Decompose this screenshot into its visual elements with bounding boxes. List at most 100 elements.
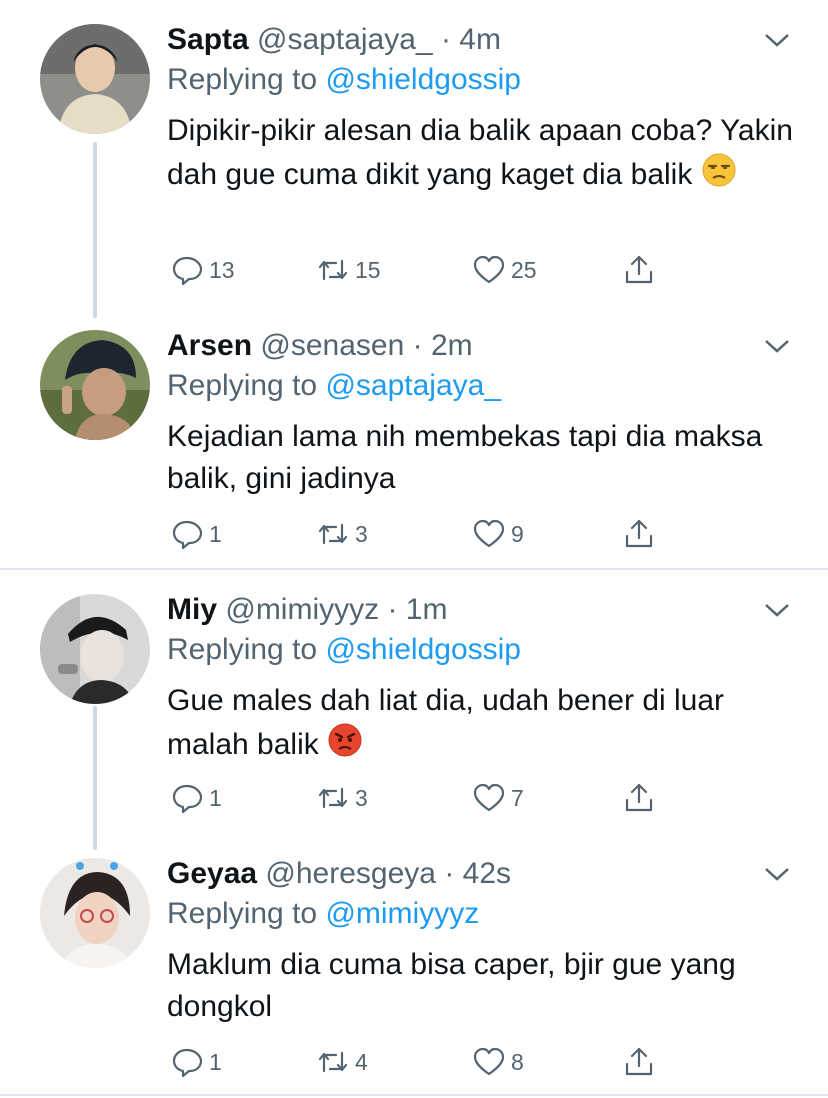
replying-handle[interactable]: @shieldgossip [325,633,521,666]
divider [0,1094,828,1096]
timestamp[interactable]: · 42s [444,857,511,890]
like-count: 25 [511,256,537,283]
tweet-header: Arsen @senasen · 2m [167,326,473,366]
like-count: 8 [511,1048,524,1075]
like-button[interactable]: 9 [473,516,524,552]
share-button[interactable] [623,1044,655,1080]
tweet-actions: 1 3 7 [167,780,687,816]
reply-button[interactable]: 1 [171,516,222,552]
tweet-header: Geyaa @heresgeya · 42s [167,854,511,894]
retweet-button[interactable]: 15 [317,252,381,288]
retweet-button[interactable]: 4 [317,1044,368,1080]
tweet[interactable]: Miy @mimiyyyz · 1m Replying to @shieldgo… [0,590,828,830]
like-count: 7 [511,784,524,811]
chevron-down-icon[interactable] [762,25,792,55]
avatar[interactable] [40,24,150,134]
share-icon [625,783,653,812]
reply-icon [172,784,203,814]
avatar[interactable] [40,594,150,704]
tweet-body: Kejadian lama nih membekas tapi dia maks… [167,420,763,495]
like-button[interactable]: 7 [473,780,524,816]
tweet-header: Sapta @saptajaya_ · 4m [167,20,501,60]
tweet[interactable]: Sapta @saptajaya_ · 4m Replying to @shie… [0,20,828,310]
retweet-icon [318,259,348,281]
tweet-body: Dipikir-pikir alesan dia balik apaan cob… [167,114,793,191]
retweet-icon [318,1051,348,1073]
reply-count: 13 [209,256,235,283]
tweet-text: Dipikir-pikir alesan dia balik apaan cob… [167,110,797,200]
display-name[interactable]: Sapta [167,23,249,56]
timestamp[interactable]: · 1m [387,593,447,626]
replying-label: Replying to [167,63,318,96]
avatar[interactable] [40,330,150,440]
unamused-face-icon [701,152,737,200]
tweet-actions: 13 15 25 [167,252,687,288]
share-icon [625,1047,653,1076]
avatar[interactable] [40,858,150,968]
retweet-icon [318,787,348,809]
retweet-button[interactable]: 3 [317,780,368,816]
reply-count: 1 [209,520,222,547]
user-handle[interactable]: @saptajaya_ [257,23,433,56]
share-icon [625,255,653,284]
tweet-actions: 1 4 8 [167,1044,687,1080]
tweet[interactable]: Geyaa @heresgeya · 42s Replying to @mimi… [0,854,828,1084]
replying-handle[interactable]: @saptajaya_ [325,369,501,402]
retweet-button[interactable]: 3 [317,516,368,552]
reply-icon [172,256,203,286]
chevron-down-icon[interactable] [762,595,792,625]
display-name[interactable]: Miy [167,593,217,626]
heart-icon [473,1047,505,1076]
replying-label: Replying to [167,897,318,930]
replying-to: Replying to @shieldgossip [167,630,521,670]
display-name[interactable]: Arsen [167,329,252,362]
retweet-count: 4 [355,1048,368,1075]
user-handle[interactable]: @senasen [260,329,404,362]
retweet-count: 3 [355,520,368,547]
like-button[interactable]: 8 [473,1044,524,1080]
reply-button[interactable]: 1 [171,780,222,816]
timestamp[interactable]: · 2m [413,329,473,362]
replying-to: Replying to @shieldgossip [167,60,521,100]
share-button[interactable] [623,252,655,288]
reply-icon [172,520,203,550]
like-button[interactable]: 25 [473,252,537,288]
angry-face-icon [327,722,363,770]
tweet-body: Gue males dah liat dia, udah bener di lu… [167,684,725,761]
user-handle[interactable]: @heresgeya [265,857,436,890]
retweet-icon [318,523,348,545]
chevron-down-icon[interactable] [762,331,792,361]
reply-count: 1 [209,784,222,811]
reply-button[interactable]: 1 [171,1044,222,1080]
chevron-down-icon[interactable] [762,859,792,889]
replying-handle[interactable]: @mimiyyyz [325,897,479,930]
replying-to: Replying to @mimiyyyz [167,894,479,934]
tweet-actions: 1 3 9 [167,516,687,552]
replying-handle[interactable]: @shieldgossip [325,63,521,96]
replying-label: Replying to [167,369,318,402]
replying-to: Replying to @saptajaya_ [167,366,501,406]
reply-icon [172,1048,203,1078]
user-handle[interactable]: @mimiyyyz [225,593,379,626]
share-icon [625,519,653,548]
divider [0,568,828,570]
display-name[interactable]: Geyaa [167,857,257,890]
timestamp[interactable]: · 4m [441,23,501,56]
retweet-count: 15 [355,256,381,283]
share-button[interactable] [623,780,655,816]
retweet-count: 3 [355,784,368,811]
share-button[interactable] [623,516,655,552]
heart-icon [473,519,505,548]
tweet-text: Kejadian lama nih membekas tapi dia maks… [167,416,797,500]
reply-count: 1 [209,1048,222,1075]
tweet-body: Maklum dia cuma bisa caper, bjir gue yan… [167,948,736,1023]
like-count: 9 [511,520,524,547]
heart-icon [473,255,505,284]
replying-label: Replying to [167,633,318,666]
reply-button[interactable]: 13 [171,252,235,288]
tweet-text: Gue males dah liat dia, udah bener di lu… [167,680,797,770]
heart-icon [473,783,505,812]
tweet[interactable]: Arsen @senasen · 2m Replying to @saptaja… [0,326,828,556]
tweet-header: Miy @mimiyyyz · 1m [167,590,447,630]
tweet-text: Maklum dia cuma bisa caper, bjir gue yan… [167,944,797,1028]
